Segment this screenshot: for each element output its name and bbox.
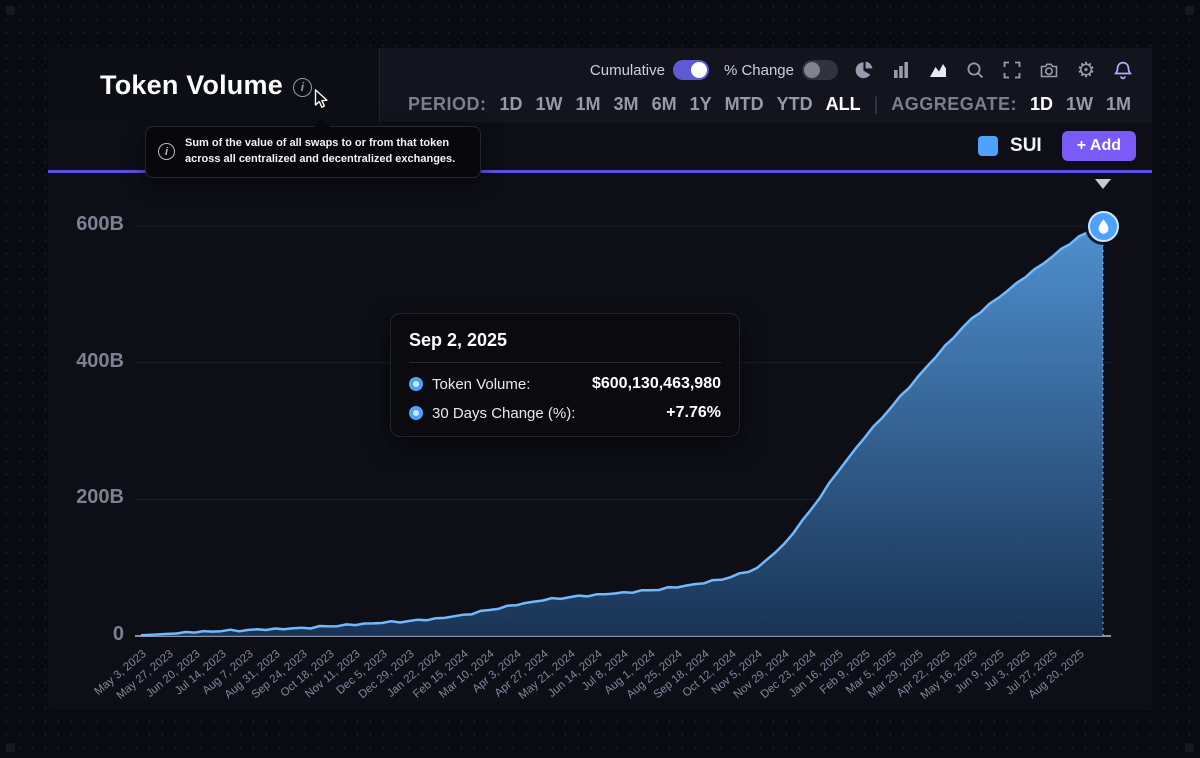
period-option-mtd[interactable]: MTD — [725, 94, 764, 115]
controls-row: Cumulative % Change — [380, 48, 1152, 86]
corner-decoration — [6, 6, 15, 15]
percent-change-toggle-group: % Change — [724, 60, 838, 80]
y-axis-tick-label: 400B — [48, 350, 124, 373]
tooltip-volume-label: Token Volume: — [432, 376, 530, 393]
info-tooltip: i Sum of the value of all swaps to or fr… — [145, 126, 481, 178]
period-option-3m[interactable]: 3M — [614, 94, 639, 115]
divider: | — [874, 94, 879, 115]
chart-area[interactable]: 0200B400B600B May 3, 2023May 27, 2023Jun… — [48, 173, 1152, 710]
cumulative-toggle[interactable] — [673, 60, 709, 80]
period-option-1m[interactable]: 1M — [576, 94, 601, 115]
bell-icon[interactable] — [1112, 59, 1134, 81]
pie-chart-icon[interactable] — [853, 59, 875, 81]
sui-legend-label[interactable]: SUI — [1010, 135, 1042, 157]
area-chart-icon[interactable] — [927, 59, 949, 81]
tooltip-volume-value: $600,130,463,980 — [592, 375, 721, 393]
series-end-pointer-icon — [1095, 179, 1111, 189]
sui-bullet-icon — [409, 377, 423, 391]
info-icon: i — [158, 143, 175, 160]
tooltip-change-value: +7.76% — [666, 404, 721, 422]
period-option-1w[interactable]: 1W — [536, 94, 563, 115]
header: Token Volume i Cumulative % Change — [48, 48, 1152, 122]
aggregate-option-1d[interactable]: 1D — [1030, 94, 1053, 115]
tooltip-date: Sep 2, 2025 — [409, 330, 721, 351]
period-option-all[interactable]: ALL — [826, 94, 861, 115]
corner-decoration — [1185, 6, 1194, 15]
search-icon[interactable] — [964, 59, 986, 81]
gear-icon[interactable]: ⚙ — [1075, 59, 1097, 81]
aggregate-option-1m[interactable]: 1M — [1106, 94, 1131, 115]
cumulative-toggle-group: Cumulative — [590, 60, 709, 80]
tooltip-divider — [409, 362, 721, 363]
sui-bullet-icon — [409, 406, 423, 420]
corner-decoration — [1185, 743, 1194, 752]
tooltip-change-label: 30 Days Change (%): — [432, 405, 575, 422]
cumulative-label: Cumulative — [590, 62, 665, 79]
sui-token-marker-icon[interactable] — [1088, 211, 1119, 242]
token-volume-panel: Token Volume i Cumulative % Change — [48, 48, 1152, 710]
period-option-1d[interactable]: 1D — [500, 94, 523, 115]
page-title: Token Volume — [100, 70, 283, 101]
percent-change-toggle[interactable] — [802, 60, 838, 80]
period-option-ytd[interactable]: YTD — [777, 94, 813, 115]
mouse-cursor-icon — [310, 88, 332, 115]
fullscreen-icon[interactable] — [1001, 59, 1023, 81]
period-option-6m[interactable]: 6M — [652, 94, 677, 115]
period-row: PERIOD: 1D 1W 1M 3M 6M 1Y MTD YTD ALL | … — [380, 86, 1152, 122]
sui-legend-swatch[interactable] — [978, 136, 998, 156]
y-axis-tick-label: 200B — [48, 486, 124, 509]
tooltip-row-change: 30 Days Change (%): +7.76% — [409, 404, 721, 422]
y-axis-tick-label: 0 — [48, 623, 124, 646]
header-controls: Cumulative % Change — [380, 48, 1152, 122]
aggregate-option-1w[interactable]: 1W — [1066, 94, 1093, 115]
percent-change-label: % Change — [724, 62, 794, 79]
aggregate-label: AGGREGATE: — [891, 94, 1017, 115]
period-label: PERIOD: — [408, 94, 487, 115]
camera-icon[interactable] — [1038, 59, 1060, 81]
add-token-button[interactable]: + Add — [1062, 131, 1136, 161]
tooltip-row-volume: Token Volume: $600,130,463,980 — [409, 375, 721, 393]
bar-chart-icon[interactable] — [890, 59, 912, 81]
info-tooltip-text: Sum of the value of all swaps to or from… — [185, 136, 468, 168]
chart-tooltip: Sep 2, 2025 Token Volume: $600,130,463,9… — [390, 313, 740, 437]
period-option-1y[interactable]: 1Y — [690, 94, 712, 115]
corner-decoration — [6, 743, 15, 752]
y-axis-tick-label: 600B — [48, 213, 124, 236]
